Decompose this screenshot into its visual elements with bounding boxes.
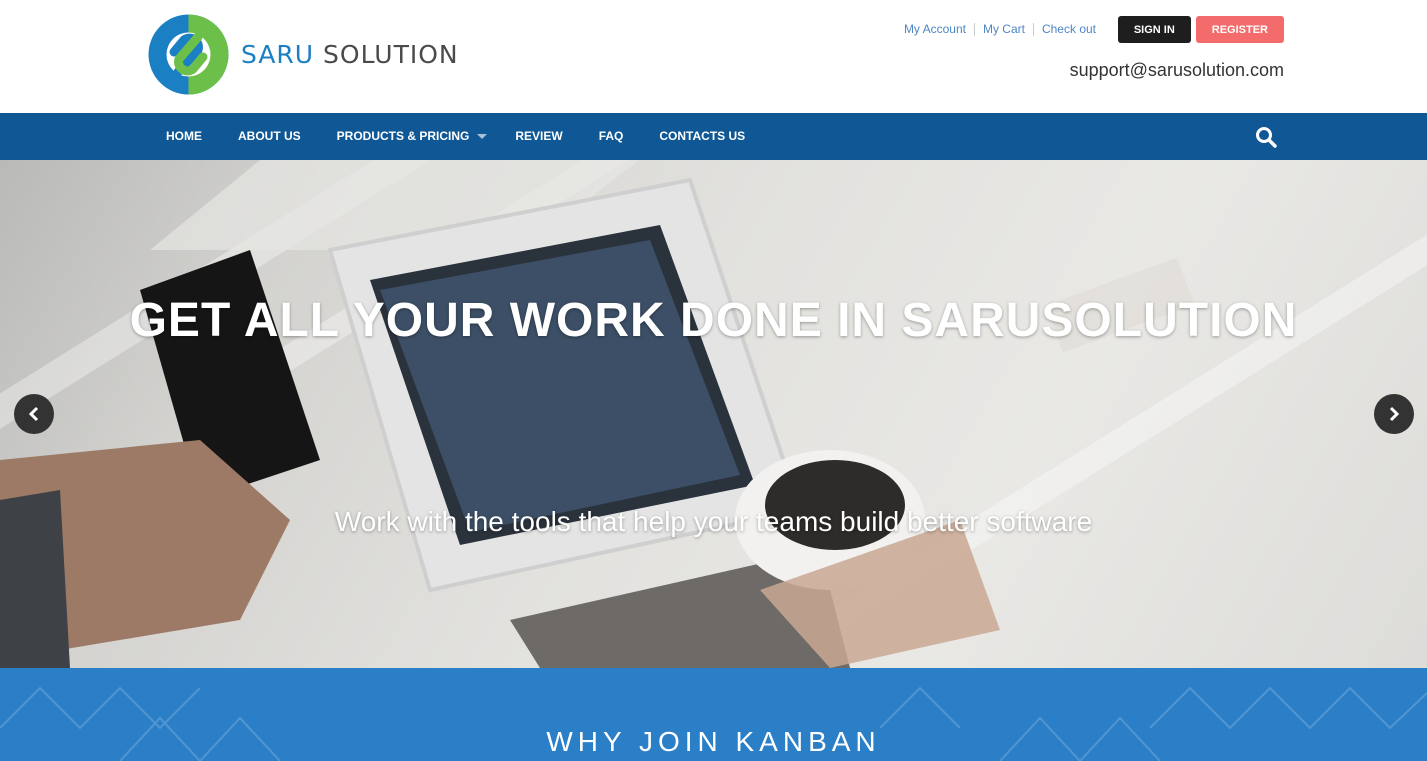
nav-item-faq[interactable]: FAQ: [581, 113, 642, 160]
register-button[interactable]: REGISTER: [1195, 16, 1284, 43]
logo-icon: [148, 14, 229, 95]
brand-name-part1: SARU: [241, 40, 315, 69]
why-join-section: WHY JOIN KANBAN: [0, 668, 1427, 761]
caret-down-icon: [477, 134, 488, 139]
hero-title: GET ALL YOUR WORK DONE IN SARUSOLUTION: [129, 294, 1298, 347]
brand-name-part2: SOLUTION: [314, 40, 459, 69]
nav-item-products-pricing[interactable]: PRODUCTS & PRICING: [319, 113, 498, 160]
chevron-left-icon: [28, 406, 39, 422]
logo[interactable]: SARU SOLUTION: [148, 14, 459, 95]
brand-name: SARU SOLUTION: [241, 40, 459, 69]
nav-item-products-pricing-label: PRODUCTS & PRICING: [336, 129, 470, 143]
nav-item-review[interactable]: REVIEW: [497, 113, 580, 160]
main-navigation: HOME ABOUT US PRODUCTS & PRICING REVIEW …: [0, 113, 1427, 160]
search-icon[interactable]: [1255, 126, 1277, 148]
account-links: My Account My Cart Check out: [896, 23, 1104, 36]
section-title: WHY JOIN KANBAN: [546, 726, 881, 757]
nav-item-about-us[interactable]: ABOUT US: [220, 113, 319, 160]
auth-buttons: SIGN IN REGISTER: [1117, 16, 1284, 43]
slider-next-button[interactable]: [1374, 394, 1414, 434]
support-email[interactable]: support@sarusolution.com: [1070, 60, 1284, 81]
my-account-link[interactable]: My Account: [896, 23, 974, 36]
chevron-right-icon: [1389, 406, 1400, 422]
hero-subtitle: Work with the tools that help your teams…: [334, 506, 1093, 537]
slider-prev-button[interactable]: [14, 394, 54, 434]
my-cart-link[interactable]: My Cart: [973, 23, 1033, 36]
checkout-link[interactable]: Check out: [1032, 23, 1104, 36]
hero-slider: [0, 160, 1427, 668]
sign-in-button[interactable]: SIGN IN: [1117, 16, 1191, 43]
nav-item-contacts-us[interactable]: CONTACTS US: [641, 113, 763, 160]
site-header: SARU SOLUTION My Account My Cart Check o…: [0, 0, 1427, 113]
nav-item-home[interactable]: HOME: [148, 113, 220, 160]
